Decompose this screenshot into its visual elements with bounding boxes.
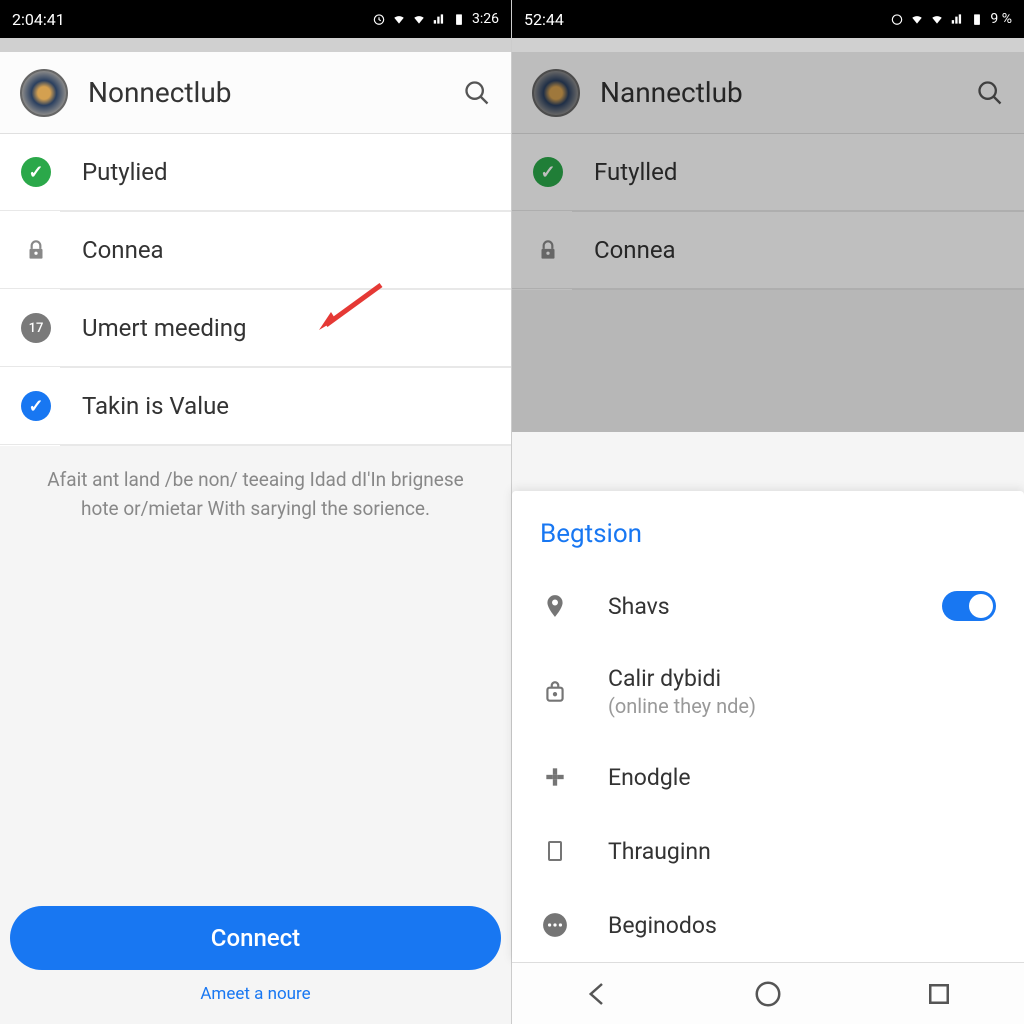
lock-icon: [20, 234, 52, 266]
wifi-icon: [910, 12, 924, 26]
bottom-sheet: Begtsion Shavs Calir dybidi (online they…: [512, 491, 1024, 962]
nav-back-icon[interactable]: [582, 979, 612, 1009]
status-right-text: 9 %: [990, 11, 1012, 27]
screen-left: 2:04:41 3:26 Nonnectlub Putylied Connea: [0, 0, 512, 1024]
gray-bar: [512, 38, 1024, 52]
wifi-icon-2: [930, 12, 944, 26]
battery-icon: [452, 12, 466, 26]
app-header: Nannectlub: [512, 52, 1024, 134]
screen-right: 52:44 9 % Nannectlub Futylled Connea: [512, 0, 1024, 1024]
sheet-label: Beginodos: [608, 912, 996, 939]
check-green-icon: [533, 157, 563, 187]
item-label: Takin is Value: [82, 392, 229, 420]
status-icons: 9 %: [890, 11, 1012, 27]
app-logo-icon: [532, 69, 580, 117]
description-text: Afait ant land /be non/ teeaing Idad dI'…: [0, 446, 511, 543]
app-title: Nannectlub: [600, 76, 976, 109]
search-icon[interactable]: [976, 79, 1004, 107]
phone-icon: [540, 836, 570, 866]
list-item-connea[interactable]: Connea: [512, 212, 1024, 289]
lock-icon: [532, 234, 564, 266]
item-label: Connea: [82, 236, 164, 264]
status-bar: 2:04:41 3:26: [0, 0, 511, 38]
item-label: Umert meeding: [82, 314, 246, 342]
nav-home-icon[interactable]: [753, 979, 783, 1009]
sheet-item-calir[interactable]: Calir dybidi (online they nde): [512, 643, 1024, 740]
list-item-takin[interactable]: Takin is Value: [0, 368, 511, 445]
settings-list: Putylied Connea 17 Umert meeding Takin i…: [0, 134, 511, 446]
dots-icon: [540, 910, 570, 940]
signal-icon: [950, 12, 964, 26]
alarm-icon: [890, 12, 904, 26]
list-item-putylied[interactable]: Putylied: [0, 134, 511, 211]
sheet-item-shavs[interactable]: Shavs: [512, 569, 1024, 643]
bag-icon: [540, 677, 570, 707]
status-icons: 3:26: [372, 11, 499, 27]
wifi-icon-2: [412, 12, 426, 26]
status-bar: 52:44 9 %: [512, 0, 1024, 38]
status-right-text: 3:26: [472, 11, 499, 27]
status-time: 52:44: [524, 10, 564, 29]
check-green-icon: [21, 157, 51, 187]
search-icon[interactable]: [463, 79, 491, 107]
app-logo-icon: [20, 69, 68, 117]
list-item-futylled[interactable]: Futylled: [512, 134, 1024, 211]
toggle-switch[interactable]: [942, 591, 996, 621]
hash-icon: [540, 762, 570, 792]
list-item-connea[interactable]: Connea: [0, 212, 511, 289]
bottom-link[interactable]: Ameet a noure: [10, 984, 501, 1004]
connect-button[interactable]: Connect: [10, 906, 501, 970]
signal-icon: [432, 12, 446, 26]
sheet-item-thrauginn[interactable]: Thrauginn: [512, 814, 1024, 888]
list-item-umert[interactable]: 17 Umert meeding: [0, 290, 511, 367]
sheet-sublabel: (online they nde): [608, 694, 996, 718]
item-label: Putylied: [82, 158, 168, 186]
bottom-area: Connect Ameet a noure: [0, 906, 511, 1024]
sheet-title: Begtsion: [512, 491, 1024, 569]
battery-icon: [970, 12, 984, 26]
nav-bar: [512, 962, 1024, 1024]
app-title: Nonnectlub: [88, 76, 463, 109]
sheet-label: Shavs: [608, 593, 942, 620]
status-time: 2:04:41: [12, 10, 65, 29]
sheet-label: Enodgle: [608, 764, 996, 791]
sheet-item-enodgle[interactable]: Enodgle: [512, 740, 1024, 814]
wifi-icon: [392, 12, 406, 26]
settings-list: Futylled Connea: [512, 134, 1024, 290]
pin-icon: [540, 591, 570, 621]
badge-icon: 17: [21, 313, 51, 343]
check-blue-icon: [21, 391, 51, 421]
alarm-icon: [372, 12, 386, 26]
gray-bar: [0, 38, 511, 52]
item-label: Futylled: [594, 158, 677, 186]
app-header: Nonnectlub: [0, 52, 511, 134]
sheet-label: Calir dybidi: [608, 665, 996, 692]
sheet-label: Thrauginn: [608, 838, 996, 865]
sheet-item-beginodos[interactable]: Beginodos: [512, 888, 1024, 962]
nav-recent-icon[interactable]: [924, 979, 954, 1009]
item-label: Connea: [594, 236, 676, 264]
